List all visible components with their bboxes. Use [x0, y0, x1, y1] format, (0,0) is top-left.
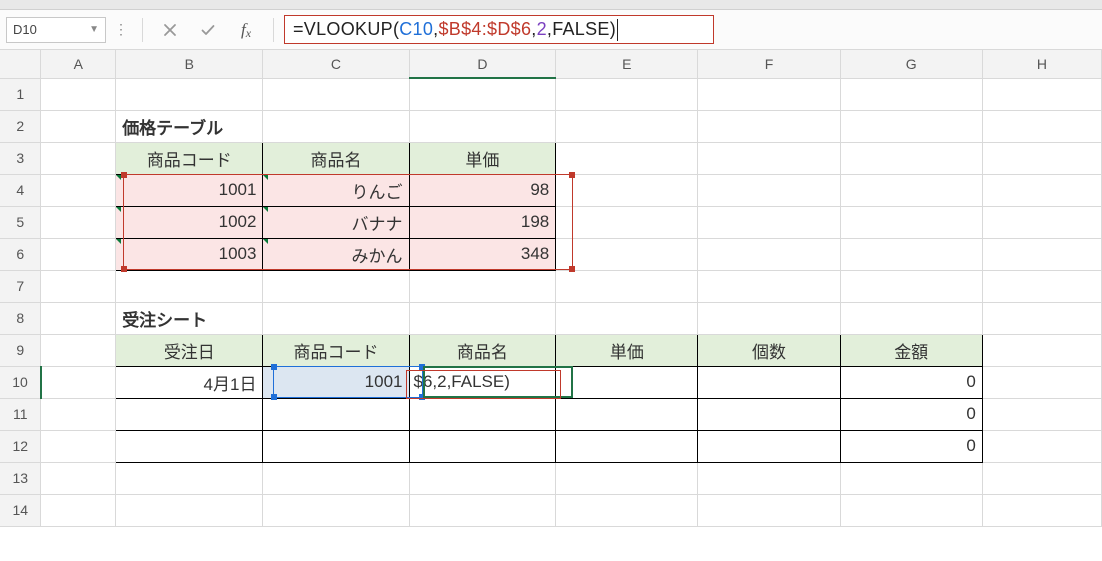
- spreadsheet-grid[interactable]: A B C D E F G H 1 2 価格テーブル: [0, 50, 1102, 527]
- col-header-H[interactable]: H: [982, 50, 1101, 78]
- row-header[interactable]: 11: [0, 398, 41, 430]
- row-header[interactable]: 1: [0, 78, 41, 110]
- col-header-B[interactable]: B: [116, 50, 263, 78]
- row-header[interactable]: 4: [0, 174, 41, 206]
- cell[interactable]: みかん: [263, 239, 408, 270]
- cell[interactable]: 198: [410, 207, 556, 238]
- row-header[interactable]: 12: [0, 430, 41, 462]
- cell[interactable]: 1003: [116, 239, 262, 270]
- row-header[interactable]: 14: [0, 494, 41, 526]
- order-header-name: 商品名: [410, 335, 556, 366]
- fx-icon: fx: [241, 20, 251, 40]
- ribbon-placeholder: [0, 0, 1102, 10]
- name-box[interactable]: D10 ▼: [6, 17, 106, 43]
- row-header[interactable]: 13: [0, 462, 41, 494]
- cell[interactable]: 98: [410, 175, 556, 206]
- row-header[interactable]: 2: [0, 110, 41, 142]
- caret: [617, 19, 618, 41]
- separator: [142, 18, 143, 42]
- col-header-E[interactable]: E: [556, 50, 698, 78]
- col-header-C[interactable]: C: [263, 50, 409, 78]
- row-header[interactable]: 7: [0, 270, 41, 302]
- formula-part: 2: [537, 19, 547, 40]
- chevron-down-icon[interactable]: ▼: [89, 24, 99, 35]
- price-table-title: 価格テーブル: [116, 111, 262, 142]
- cell[interactable]: バナナ: [263, 207, 408, 238]
- cell[interactable]: りんご: [263, 175, 408, 206]
- row-header[interactable]: 6: [0, 238, 41, 270]
- col-header-G[interactable]: G: [840, 50, 982, 78]
- cell[interactable]: [556, 367, 697, 398]
- cancel-button[interactable]: [153, 17, 187, 43]
- check-icon: [200, 22, 216, 38]
- select-all-corner[interactable]: [0, 50, 41, 78]
- order-header-amount: 金額: [841, 335, 982, 366]
- row-header[interactable]: 8: [0, 302, 41, 334]
- price-header-name: 商品名: [263, 143, 408, 174]
- name-box-value: D10: [13, 22, 37, 37]
- col-header-D[interactable]: D: [409, 50, 556, 78]
- close-icon: [162, 22, 178, 38]
- price-header-price: 単価: [410, 143, 556, 174]
- formula-part: C10: [399, 19, 433, 40]
- cell[interactable]: 0: [841, 399, 982, 430]
- order-header-qty: 個数: [698, 335, 839, 366]
- row-header[interactable]: 3: [0, 142, 41, 174]
- formula-part: =VLOOKUP(: [293, 19, 399, 40]
- cell[interactable]: 0: [841, 367, 982, 398]
- order-header-price: 単価: [556, 335, 697, 366]
- col-header-A[interactable]: A: [41, 50, 116, 78]
- enter-button[interactable]: [191, 17, 225, 43]
- cell[interactable]: 4月1日: [116, 367, 262, 398]
- formula-input[interactable]: =VLOOKUP(C10,$B$4:$D$6,2,FALSE): [284, 15, 714, 44]
- price-header-code: 商品コード: [116, 143, 262, 174]
- cell[interactable]: [698, 367, 839, 398]
- insert-function-button[interactable]: fx: [229, 17, 263, 43]
- formula-bar: D10 ▼ ⋮ fx =VLOOKUP(C10,$B$4:$D$6,2,FALS…: [0, 10, 1102, 50]
- row-header[interactable]: 5: [0, 206, 41, 238]
- expand-icon[interactable]: ⋮: [110, 17, 132, 43]
- order-header-date: 受注日: [116, 335, 262, 366]
- separator: [273, 18, 274, 42]
- formula-part: $B$4:$D$6: [438, 19, 531, 40]
- order-sheet-title: 受注シート: [116, 303, 262, 334]
- cell[interactable]: 348: [410, 239, 556, 270]
- row-header[interactable]: 10: [0, 366, 41, 398]
- cell-d10-editing[interactable]: $6,2,FALSE): [410, 367, 556, 398]
- cell[interactable]: 0: [841, 431, 982, 462]
- cell[interactable]: 1001: [116, 175, 262, 206]
- col-header-F[interactable]: F: [698, 50, 840, 78]
- row-header[interactable]: 9: [0, 334, 41, 366]
- cell[interactable]: 1002: [116, 207, 262, 238]
- order-header-code: 商品コード: [263, 335, 408, 366]
- cell-c10[interactable]: 1001: [263, 367, 408, 398]
- formula-part: ,FALSE): [547, 19, 616, 40]
